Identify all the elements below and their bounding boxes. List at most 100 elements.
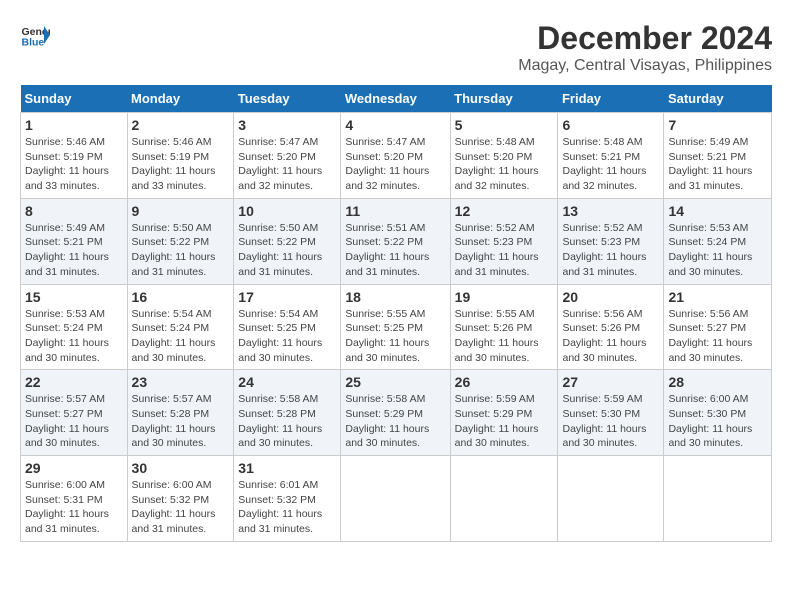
day-info: Sunrise: 5:55 AM Sunset: 5:26 PM Dayligh… [455, 307, 554, 366]
day-number: 19 [455, 289, 554, 305]
day-info: Sunrise: 6:00 AM Sunset: 5:31 PM Dayligh… [25, 478, 123, 537]
day-info: Sunrise: 5:46 AM Sunset: 5:19 PM Dayligh… [25, 135, 123, 194]
day-info: Sunrise: 5:53 AM Sunset: 5:24 PM Dayligh… [25, 307, 123, 366]
day-info: Sunrise: 5:53 AM Sunset: 5:24 PM Dayligh… [668, 221, 767, 280]
table-row: 25 Sunrise: 5:58 AM Sunset: 5:29 PM Dayli… [341, 370, 450, 456]
table-row: 2 Sunrise: 5:46 AM Sunset: 5:19 PM Daylig… [127, 113, 234, 199]
logo: General Blue [20, 20, 50, 50]
day-number: 14 [668, 203, 767, 219]
header-wednesday: Wednesday [341, 85, 450, 113]
table-row: 10Sunrise: 5:50 AM Sunset: 5:22 PM Dayli… [234, 198, 341, 284]
table-row: 30 Sunrise: 6:00 AM Sunset: 5:32 PM Dayli… [127, 456, 234, 542]
table-row: 26 Sunrise: 5:59 AM Sunset: 5:29 PM Dayli… [450, 370, 558, 456]
header: General Blue December 2024 Magay, Centra… [20, 20, 772, 75]
table-row: 22 Sunrise: 5:57 AM Sunset: 5:27 PM Dayli… [21, 370, 128, 456]
table-row [664, 456, 772, 542]
day-number: 3 [238, 117, 336, 133]
day-number: 10 [238, 203, 336, 219]
table-row: 20Sunrise: 5:56 AM Sunset: 5:26 PM Dayli… [558, 284, 664, 370]
day-info: Sunrise: 6:00 AM Sunset: 5:30 PM Dayligh… [668, 392, 767, 451]
table-row: 12 Sunrise: 5:52 AM Sunset: 5:23 PM Dayli… [450, 198, 558, 284]
table-row: 19 Sunrise: 5:55 AM Sunset: 5:26 PM Dayli… [450, 284, 558, 370]
calendar-week-row: 22 Sunrise: 5:57 AM Sunset: 5:27 PM Dayli… [21, 370, 772, 456]
day-info: Sunrise: 5:49 AM Sunset: 5:21 PM Dayligh… [25, 221, 123, 280]
day-info: Sunrise: 5:51 AM Sunset: 5:22 PM Dayligh… [345, 221, 445, 280]
month-title: December 2024 [518, 20, 772, 57]
calendar-week-row: 15 Sunrise: 5:53 AM Sunset: 5:24 PM Dayli… [21, 284, 772, 370]
table-row: 7 Sunrise: 5:49 AM Sunset: 5:21 PM Daylig… [664, 113, 772, 199]
calendar-week-row: 29 Sunrise: 6:00 AM Sunset: 5:31 PM Dayli… [21, 456, 772, 542]
day-info: Sunrise: 5:57 AM Sunset: 5:28 PM Dayligh… [132, 392, 230, 451]
day-number: 13 [562, 203, 659, 219]
day-info: Sunrise: 5:56 AM Sunset: 5:27 PM Dayligh… [668, 307, 767, 366]
table-row: 28 Sunrise: 6:00 AM Sunset: 5:30 PM Dayli… [664, 370, 772, 456]
day-number: 6 [562, 117, 659, 133]
day-info: Sunrise: 5:50 AM Sunset: 5:22 PM Dayligh… [132, 221, 230, 280]
header-saturday: Saturday [664, 85, 772, 113]
day-number: 12 [455, 203, 554, 219]
day-info: Sunrise: 5:49 AM Sunset: 5:21 PM Dayligh… [668, 135, 767, 194]
table-row: 31 Sunrise: 6:01 AM Sunset: 5:32 PM Dayli… [234, 456, 341, 542]
day-number: 7 [668, 117, 767, 133]
table-row: 16 Sunrise: 5:54 AM Sunset: 5:24 PM Dayli… [127, 284, 234, 370]
table-row: 4 Sunrise: 5:47 AM Sunset: 5:20 PM Daylig… [341, 113, 450, 199]
day-info: Sunrise: 5:54 AM Sunset: 5:25 PM Dayligh… [238, 307, 336, 366]
table-row: 23Sunrise: 5:57 AM Sunset: 5:28 PM Dayli… [127, 370, 234, 456]
svg-text:Blue: Blue [22, 37, 45, 49]
table-row: 21 Sunrise: 5:56 AM Sunset: 5:27 PM Dayli… [664, 284, 772, 370]
day-info: Sunrise: 5:54 AM Sunset: 5:24 PM Dayligh… [132, 307, 230, 366]
day-info: Sunrise: 5:56 AM Sunset: 5:26 PM Dayligh… [562, 307, 659, 366]
day-info: Sunrise: 5:52 AM Sunset: 5:23 PM Dayligh… [455, 221, 554, 280]
day-info: Sunrise: 5:52 AM Sunset: 5:23 PM Dayligh… [562, 221, 659, 280]
day-info: Sunrise: 5:46 AM Sunset: 5:19 PM Dayligh… [132, 135, 230, 194]
table-row: 15 Sunrise: 5:53 AM Sunset: 5:24 PM Dayli… [21, 284, 128, 370]
table-row [558, 456, 664, 542]
table-row [341, 456, 450, 542]
day-number: 18 [345, 289, 445, 305]
calendar-table: Sunday Monday Tuesday Wednesday Thursday… [20, 85, 772, 542]
day-info: Sunrise: 5:47 AM Sunset: 5:20 PM Dayligh… [345, 135, 445, 194]
calendar-week-row: 8Sunrise: 5:49 AM Sunset: 5:21 PM Daylig… [21, 198, 772, 284]
table-row: 11 Sunrise: 5:51 AM Sunset: 5:22 PM Dayli… [341, 198, 450, 284]
day-info: Sunrise: 5:57 AM Sunset: 5:27 PM Dayligh… [25, 392, 123, 451]
day-number: 26 [455, 374, 554, 390]
table-row: 6 Sunrise: 5:48 AM Sunset: 5:21 PM Daylig… [558, 113, 664, 199]
table-row: 27 Sunrise: 5:59 AM Sunset: 5:30 PM Dayli… [558, 370, 664, 456]
table-row: 24Sunrise: 5:58 AM Sunset: 5:28 PM Dayli… [234, 370, 341, 456]
day-number: 4 [345, 117, 445, 133]
day-number: 27 [562, 374, 659, 390]
day-number: 21 [668, 289, 767, 305]
table-row: 13 Sunrise: 5:52 AM Sunset: 5:23 PM Dayli… [558, 198, 664, 284]
header-friday: Friday [558, 85, 664, 113]
day-info: Sunrise: 6:01 AM Sunset: 5:32 PM Dayligh… [238, 478, 336, 537]
day-info: Sunrise: 5:58 AM Sunset: 5:29 PM Dayligh… [345, 392, 445, 451]
day-number: 22 [25, 374, 123, 390]
table-row: 9Sunrise: 5:50 AM Sunset: 5:22 PM Daylig… [127, 198, 234, 284]
day-number: 16 [132, 289, 230, 305]
day-info: Sunrise: 5:48 AM Sunset: 5:21 PM Dayligh… [562, 135, 659, 194]
day-number: 28 [668, 374, 767, 390]
day-info: Sunrise: 5:59 AM Sunset: 5:29 PM Dayligh… [455, 392, 554, 451]
day-number: 11 [345, 203, 445, 219]
title-section: December 2024 Magay, Central Visayas, Ph… [518, 20, 772, 75]
table-row: 17Sunrise: 5:54 AM Sunset: 5:25 PM Dayli… [234, 284, 341, 370]
day-number: 2 [132, 117, 230, 133]
table-row: 3Sunrise: 5:47 AM Sunset: 5:20 PM Daylig… [234, 113, 341, 199]
table-row: 18Sunrise: 5:55 AM Sunset: 5:25 PM Dayli… [341, 284, 450, 370]
day-number: 1 [25, 117, 123, 133]
table-row: 1 Sunrise: 5:46 AM Sunset: 5:19 PM Daylig… [21, 113, 128, 199]
day-number: 29 [25, 460, 123, 476]
day-info: Sunrise: 5:58 AM Sunset: 5:28 PM Dayligh… [238, 392, 336, 451]
day-number: 31 [238, 460, 336, 476]
day-info: Sunrise: 6:00 AM Sunset: 5:32 PM Dayligh… [132, 478, 230, 537]
day-number: 25 [345, 374, 445, 390]
day-info: Sunrise: 5:59 AM Sunset: 5:30 PM Dayligh… [562, 392, 659, 451]
day-number: 15 [25, 289, 123, 305]
day-info: Sunrise: 5:48 AM Sunset: 5:20 PM Dayligh… [455, 135, 554, 194]
location-title: Magay, Central Visayas, Philippines [518, 57, 772, 75]
calendar-week-row: 1 Sunrise: 5:46 AM Sunset: 5:19 PM Daylig… [21, 113, 772, 199]
table-row: 29 Sunrise: 6:00 AM Sunset: 5:31 PM Dayli… [21, 456, 128, 542]
day-number: 30 [132, 460, 230, 476]
header-monday: Monday [127, 85, 234, 113]
table-row [450, 456, 558, 542]
